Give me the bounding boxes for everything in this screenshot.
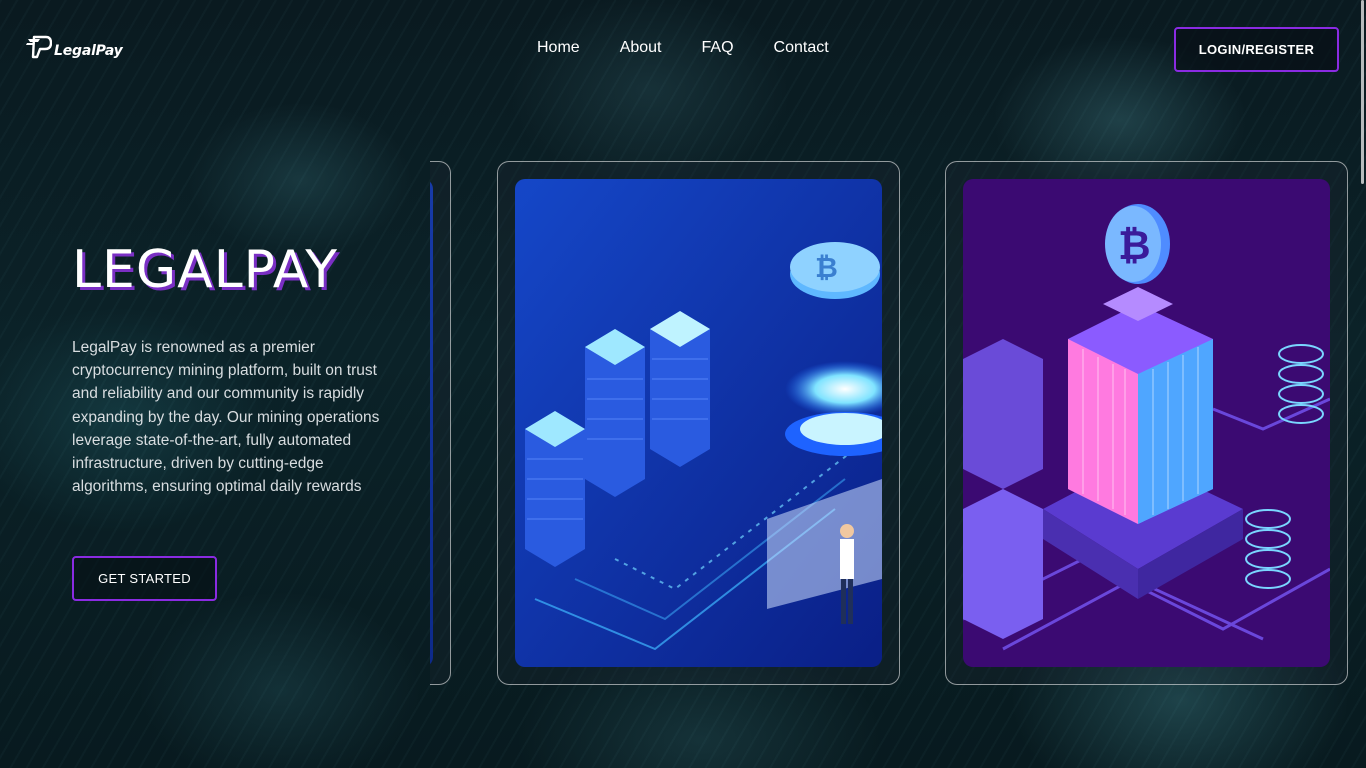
carousel-card[interactable]: ₿ — [497, 161, 900, 685]
nav-faq[interactable]: FAQ — [702, 39, 734, 57]
nav-contact[interactable]: Contact — [774, 39, 829, 57]
login-register-button[interactable]: LOGIN/REGISTER — [1174, 27, 1339, 72]
get-started-button[interactable]: GET STARTED — [72, 556, 217, 601]
nav-home[interactable]: Home — [537, 39, 580, 57]
bitcoin-tower-illustration: ₿ — [963, 179, 1330, 667]
svg-text:₿: ₿ — [1118, 223, 1151, 269]
nav-about[interactable]: About — [620, 39, 662, 57]
logo-text: LegalPay — [54, 43, 123, 59]
legalpay-logo-icon — [26, 35, 52, 59]
logo[interactable]: LegalPay — [26, 33, 123, 61]
carousel-card[interactable]: ₿ — [945, 161, 1348, 685]
page-scrollbar[interactable] — [1361, 0, 1364, 184]
main-nav: Home About FAQ Contact — [537, 39, 829, 57]
hero-title: LEGALPAY — [72, 240, 338, 300]
server-mining-illustration: ₿ — [515, 179, 882, 667]
image-carousel[interactable]: ₿ ₿ — [430, 160, 1366, 688]
svg-text:₿: ₿ — [815, 251, 838, 284]
card-image — [430, 179, 433, 667]
carousel-card-previous[interactable] — [430, 161, 451, 685]
hero-description: LegalPay is renowned as a premier crypto… — [72, 339, 380, 496]
